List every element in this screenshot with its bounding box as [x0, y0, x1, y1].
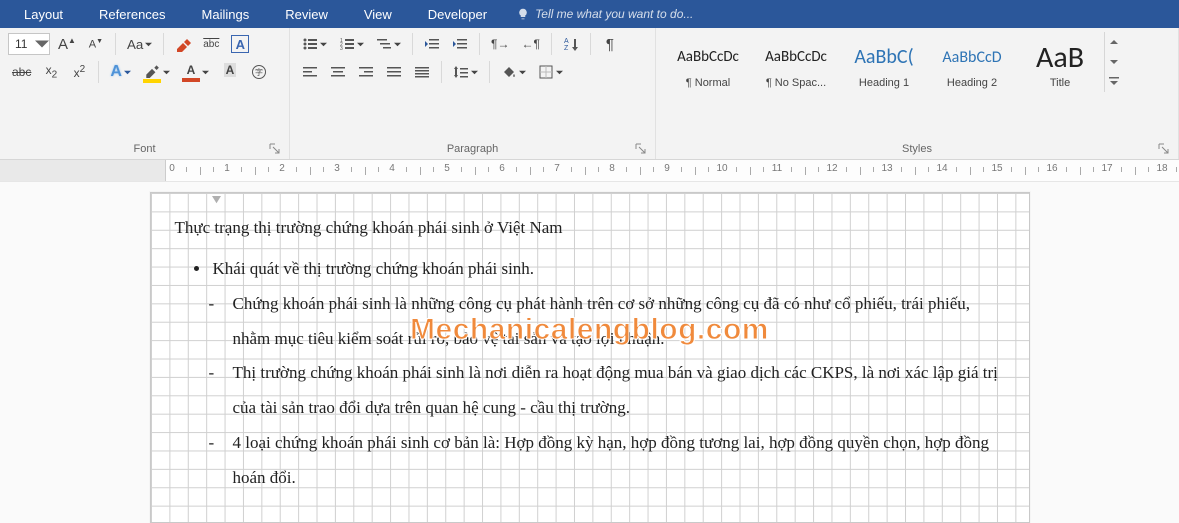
- group-label-styles: Styles: [664, 141, 1170, 157]
- borders-icon: [538, 64, 554, 80]
- borders-button[interactable]: [534, 60, 567, 84]
- align-center-icon: [330, 64, 346, 80]
- numbering-button[interactable]: 123: [335, 32, 368, 56]
- doc-item-0[interactable]: Chứng khoán phái sinh là những công cụ p…: [231, 287, 1005, 357]
- font-size-combo[interactable]: [8, 33, 50, 55]
- sort-button[interactable]: AZ: [559, 32, 583, 56]
- style-item-4[interactable]: AaBTitle: [1016, 32, 1104, 92]
- doc-item-2[interactable]: 4 loại chứng khoán phái sinh cơ bản là: …: [231, 426, 1005, 496]
- show-hide-button[interactable]: ¶: [598, 32, 622, 56]
- grow-font-button[interactable]: A▲: [54, 32, 80, 56]
- justify-icon: [386, 64, 402, 80]
- doc-title[interactable]: Thực trạng thị trường chứng khoán phái s…: [175, 211, 1005, 246]
- document-area: Thực trạng thị trường chứng khoán phái s…: [0, 182, 1179, 523]
- subscript-button[interactable]: x2: [39, 60, 63, 84]
- indent-icon: [452, 36, 468, 52]
- document-content[interactable]: Thực trạng thị trường chứng khoán phái s…: [151, 193, 1029, 504]
- increase-indent-button[interactable]: [448, 32, 472, 56]
- svg-text:字: 字: [255, 67, 263, 77]
- group-paragraph: 123 ¶→ ←¶ AZ ¶: [290, 28, 656, 159]
- svg-text:A: A: [564, 38, 569, 45]
- style-item-2[interactable]: AaBbC(Heading 1: [840, 32, 928, 92]
- dialog-launcher-icon[interactable]: [635, 143, 647, 155]
- style-item-0[interactable]: AaBbCcDc¶ Normal: [664, 32, 752, 92]
- tell-me-text: Tell me what you want to do...: [535, 7, 693, 21]
- font-color-button[interactable]: A: [178, 60, 213, 84]
- style-item-1[interactable]: AaBbCcDc¶ No Spac...: [752, 32, 840, 92]
- text-effects-button[interactable]: A: [106, 60, 135, 84]
- numbering-icon: 123: [339, 36, 355, 52]
- align-right-icon: [358, 64, 374, 80]
- doc-item-1[interactable]: Thị trường chứng khoán phái sinh là nơi …: [231, 356, 1005, 426]
- document-page[interactable]: Thực trạng thị trường chứng khoán phái s…: [150, 192, 1030, 523]
- outdent-icon: [424, 36, 440, 52]
- change-case-button[interactable]: Aa: [123, 32, 156, 56]
- line-spacing-button[interactable]: [449, 60, 482, 84]
- tell-me-search[interactable]: Tell me what you want to do...: [505, 7, 705, 21]
- tab-view[interactable]: View: [346, 0, 410, 28]
- paint-bucket-icon: [501, 64, 517, 80]
- enclose-characters-button[interactable]: 字: [247, 60, 271, 84]
- character-shading-button[interactable]: A: [217, 60, 243, 84]
- ribbon-tabs: Layout References Mailings Review View D…: [0, 0, 1179, 28]
- font-size-input[interactable]: [9, 37, 35, 51]
- svg-text:3: 3: [340, 46, 343, 52]
- lightbulb-icon: [517, 8, 529, 20]
- group-label-paragraph: Paragraph: [298, 141, 647, 157]
- justify-button[interactable]: [382, 60, 406, 84]
- horizontal-ruler[interactable]: 012345678910111213141516171819: [0, 160, 1179, 182]
- dialog-launcher-icon[interactable]: [269, 143, 281, 155]
- bullets-button[interactable]: [298, 32, 331, 56]
- phonetic-guide-button[interactable]: abc: [199, 32, 223, 56]
- rtl-direction-button[interactable]: ←¶: [517, 32, 543, 56]
- shading-button[interactable]: [497, 60, 530, 84]
- decrease-indent-button[interactable]: [420, 32, 444, 56]
- doc-bullet[interactable]: Khái quát về thị trường chứng khoán phái…: [211, 252, 1005, 287]
- align-left-icon: [302, 64, 318, 80]
- shrink-font-button[interactable]: A▼: [84, 32, 108, 56]
- tab-layout[interactable]: Layout: [6, 0, 81, 28]
- character-border-button[interactable]: A: [227, 32, 253, 56]
- styles-gallery-scroll: [1104, 32, 1122, 92]
- multilevel-icon: [376, 36, 392, 52]
- svg-text:Z: Z: [564, 45, 569, 52]
- enclose-icon: 字: [251, 64, 267, 80]
- highlighter-icon: [144, 62, 160, 78]
- group-label-font: Font: [8, 141, 281, 157]
- align-left-button[interactable]: [298, 60, 322, 84]
- dialog-launcher-icon[interactable]: [1158, 143, 1170, 155]
- align-right-button[interactable]: [354, 60, 378, 84]
- highlight-color-button[interactable]: [139, 60, 174, 84]
- tab-review[interactable]: Review: [267, 0, 346, 28]
- line-spacing-icon: [453, 64, 469, 80]
- distributed-button[interactable]: [410, 60, 434, 84]
- align-center-button[interactable]: [326, 60, 350, 84]
- bullets-icon: [302, 36, 318, 52]
- eraser-icon: [175, 36, 191, 52]
- sort-icon: AZ: [563, 36, 579, 52]
- gallery-down-button[interactable]: [1105, 52, 1122, 72]
- ribbon: A▲ A▼ Aa abc A abc x2 x2 A: [0, 28, 1179, 160]
- svg-text:2: 2: [340, 42, 343, 48]
- group-styles: AaBbCcDc¶ NormalAaBbCcDc¶ No Spac...AaBb…: [656, 28, 1179, 159]
- dropdown-icon[interactable]: [35, 34, 49, 54]
- tab-mailings[interactable]: Mailings: [184, 0, 268, 28]
- ltr-direction-button[interactable]: ¶→: [487, 32, 513, 56]
- gallery-up-button[interactable]: [1105, 32, 1122, 52]
- svg-text:1: 1: [340, 38, 343, 44]
- tab-developer[interactable]: Developer: [410, 0, 505, 28]
- clear-formatting-button[interactable]: [171, 32, 195, 56]
- gallery-more-button[interactable]: [1105, 72, 1122, 92]
- strikethrough-button[interactable]: abc: [8, 60, 35, 84]
- multilevel-list-button[interactable]: [372, 32, 405, 56]
- tab-references[interactable]: References: [81, 0, 183, 28]
- superscript-button[interactable]: x2: [67, 60, 91, 84]
- distributed-icon: [414, 64, 430, 80]
- styles-gallery: AaBbCcDc¶ NormalAaBbCcDc¶ No Spac...AaBb…: [664, 32, 1170, 92]
- group-font: A▲ A▼ Aa abc A abc x2 x2 A: [0, 28, 290, 159]
- style-item-3[interactable]: AaBbCcDHeading 2: [928, 32, 1016, 92]
